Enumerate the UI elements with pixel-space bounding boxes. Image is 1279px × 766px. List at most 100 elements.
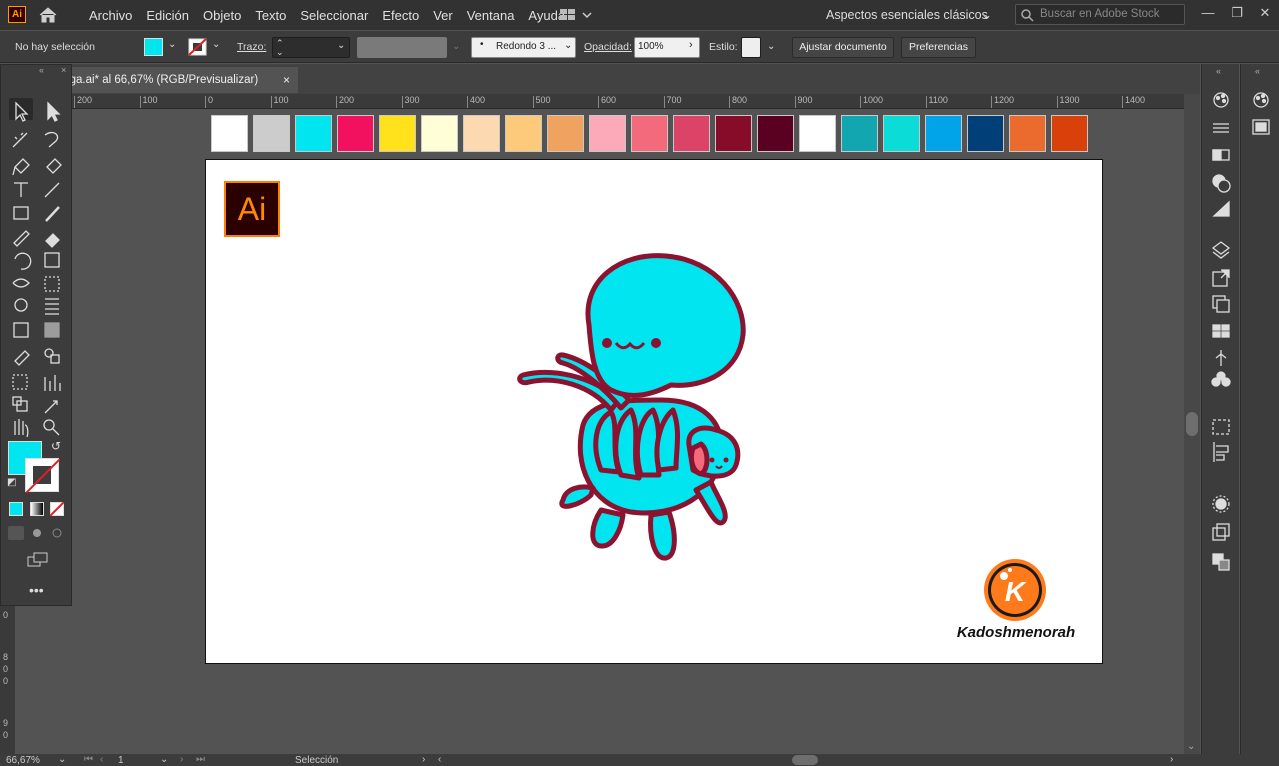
ruler-tick: 0 [205, 96, 213, 108]
ai-badge: Ai [224, 181, 280, 237]
collapse-dock-icon[interactable]: « [1216, 66, 1221, 76]
screen-mode-icon[interactable] [27, 552, 49, 568]
preferences-button[interactable]: Preferencias [901, 37, 976, 58]
draw-inside-icon[interactable] [50, 526, 66, 540]
color-swatch[interactable] [379, 115, 416, 152]
variable-width-profile[interactable] [357, 37, 447, 58]
opacity-input[interactable]: 100% › [634, 37, 700, 58]
minimize-button[interactable]: — [1199, 4, 1217, 22]
scroll-left-icon[interactable]: ‹ [438, 754, 441, 765]
color-swatch[interactable] [967, 115, 1004, 152]
draw-behind-icon[interactable] [30, 526, 46, 540]
artboard[interactable]: Ai K Kadoshmenorah [205, 159, 1103, 664]
menu-edicion[interactable]: Edición [139, 8, 196, 23]
ruler-tick: 8 [3, 652, 9, 662]
color-swatch[interactable] [673, 115, 710, 152]
chevron-down-icon[interactable]: ⌄ [767, 41, 775, 52]
menu-efecto[interactable]: Efecto [375, 8, 426, 23]
color-swatch[interactable] [505, 115, 542, 152]
dock-icons-2 [1252, 92, 1270, 135]
close-tab-button[interactable]: × [283, 67, 290, 93]
color-swatch[interactable] [295, 115, 332, 152]
stock-search-placeholder: Buscar en Adobe Stock [1040, 8, 1160, 20]
close-panel-icon[interactable]: × [61, 65, 66, 75]
scroll-down-icon[interactable]: ⌄ [1187, 741, 1195, 752]
gradient-mode-button[interactable] [30, 502, 44, 516]
collapse-dock-icon[interactable]: « [1255, 66, 1260, 76]
color-swatch[interactable] [1051, 115, 1088, 152]
swap-colors-icon[interactable]: ↺ [51, 439, 61, 453]
color-swatch[interactable] [463, 115, 500, 152]
next-artboard-icon[interactable]: › [180, 754, 183, 765]
menu-archivo[interactable]: Archivo [82, 8, 139, 23]
home-icon[interactable] [38, 6, 58, 24]
first-artboard-icon[interactable]: ⏮ [84, 754, 93, 765]
vertical-ruler[interactable]: 0 8 0 0 9 0 [0, 606, 15, 754]
collapse-panel-icon[interactable]: « [39, 65, 44, 75]
ruler-tick: 200 [336, 96, 354, 108]
stroke-color-control[interactable]: ⌄ [186, 37, 224, 58]
ai-badge-text: Ai [237, 191, 267, 227]
chevron-down-icon[interactable]: ⌄ [58, 754, 66, 765]
scroll-right-icon[interactable]: › [1170, 754, 1173, 765]
color-swatch[interactable] [757, 115, 794, 152]
menu-texto[interactable]: Texto [248, 8, 293, 23]
graphic-style-swatch[interactable] [741, 37, 761, 58]
default-colors-icon[interactable]: ◩ [7, 477, 16, 488]
zoom-level[interactable]: 66,67% [6, 755, 40, 766]
ruler-tick: 100 [270, 96, 289, 108]
stroke-label[interactable]: Trazo: [237, 41, 266, 53]
chevron-down-icon[interactable]: ⌄ [160, 754, 168, 765]
scroll-thumb[interactable] [1186, 412, 1198, 436]
color-swatch[interactable] [253, 115, 290, 152]
brush-definition[interactable]: • Redondo 3 ... ⌄ [471, 37, 576, 58]
selection-status: No hay selección [15, 41, 95, 53]
draw-normal-icon[interactable] [8, 526, 24, 540]
stock-search-input[interactable]: Buscar en Adobe Stock [1015, 4, 1185, 25]
color-swatch[interactable] [337, 115, 374, 152]
octopus-turtle-illustration[interactable] [511, 250, 761, 570]
edit-toolbar-icon[interactable]: ••• [29, 582, 44, 598]
stroke-color-swatch[interactable] [25, 458, 60, 493]
status-expand-icon[interactable]: › [422, 754, 425, 765]
color-swatch[interactable] [883, 115, 920, 152]
prev-artboard-icon[interactable]: ‹ [100, 754, 103, 765]
panel-dock-left: « [1201, 64, 1239, 754]
panel-dock-right: « [1240, 64, 1279, 754]
maximize-button[interactable]: ❐ [1228, 4, 1246, 22]
menu-objeto[interactable]: Objeto [196, 8, 248, 23]
fill-color-control[interactable]: ⌄ [142, 37, 180, 58]
color-swatch[interactable] [715, 115, 752, 152]
color-swatch[interactable] [841, 115, 878, 152]
chevron-down-icon: ⌄ [168, 39, 177, 50]
kadoshmenorah-logo: K [984, 559, 1046, 621]
color-mode-button[interactable] [9, 502, 23, 516]
color-swatch[interactable] [211, 115, 248, 152]
color-swatch[interactable] [925, 115, 962, 152]
adjust-document-button[interactable]: Ajustar documento [792, 37, 894, 58]
none-mode-button[interactable] [50, 502, 64, 516]
workspace-switcher[interactable]: Aspectos esenciales clásicos ⌄ [818, 5, 1002, 25]
stepper-icon[interactable]: ⌃ ⌄ [276, 39, 284, 57]
color-swatch[interactable] [547, 115, 584, 152]
menu-ver[interactable]: Ver [426, 8, 460, 23]
brush-value: Redondo 3 ... [496, 41, 557, 52]
menu-seleccionar[interactable]: Seleccionar [293, 8, 375, 23]
color-swatch[interactable] [631, 115, 668, 152]
last-artboard-icon[interactable]: ⏭ [196, 754, 205, 765]
artboard-number[interactable]: 1 [118, 755, 124, 766]
color-swatch[interactable] [799, 115, 836, 152]
vertical-scrollbar[interactable]: ⌄ [1184, 94, 1200, 754]
color-swatch[interactable] [1009, 115, 1046, 152]
document-tab[interactable]: tuga.ai* al 66,67% (RGB/Previsualizar) × [56, 67, 298, 93]
menu-ventana[interactable]: Ventana [460, 8, 522, 23]
arrange-documents-icon[interactable] [558, 8, 594, 22]
stroke-weight-input[interactable]: ⌃ ⌄ ⌄ [272, 37, 350, 58]
color-swatch[interactable] [589, 115, 626, 152]
ruler-tick: 600 [598, 96, 616, 108]
hscroll-thumb[interactable] [792, 755, 818, 765]
color-swatch[interactable] [421, 115, 458, 152]
close-window-button[interactable]: ✕ [1256, 4, 1274, 22]
horizontal-ruler[interactable]: 200 100 0 100 200 300 400 500 600 700 800 900 1000 11… [72, 94, 1184, 109]
opacity-label[interactable]: Opacidad: [584, 41, 632, 53]
